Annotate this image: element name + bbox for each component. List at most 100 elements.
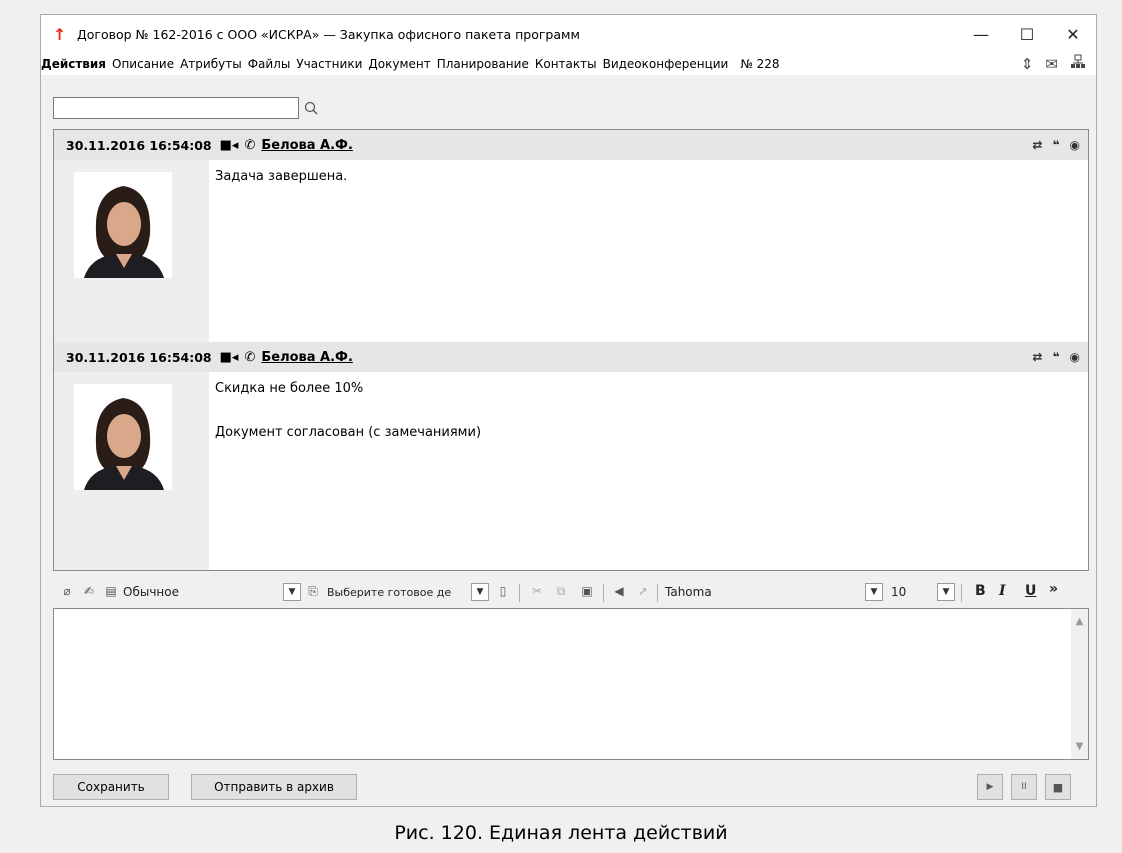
- signature-icon[interactable]: ✍: [79, 584, 99, 598]
- minimize-button[interactable]: —: [958, 15, 1004, 53]
- avatar: [74, 172, 172, 278]
- entry-author-link[interactable]: Белова А.Ф.: [261, 138, 353, 153]
- feed-entry: 30.11.2016 16:54:08 ■◂ ✆ Белова А.Ф. ⇄ ❝…: [54, 130, 1088, 342]
- menu-number[interactable]: № 228: [740, 57, 779, 71]
- entry-timestamp: 30.11.2016 16:54:08: [66, 137, 212, 153]
- style-select[interactable]: Обычное ▼: [123, 582, 301, 602]
- entry-text: Скидка не более 10% Документ согласован …: [209, 372, 487, 570]
- search-icon[interactable]: [299, 97, 323, 119]
- entry-line: Задача завершена.: [215, 169, 348, 184]
- window-title: Договор № 162-2016 с ООО «ИСКРА» — Закуп…: [77, 26, 580, 42]
- mail-icon[interactable]: ✉: [1045, 55, 1058, 73]
- menu-attributes[interactable]: Атрибуты: [180, 57, 242, 71]
- entry-line: Скидка не более 10%: [215, 381, 364, 396]
- menu-description[interactable]: Описание: [112, 57, 174, 71]
- translate-icon[interactable]: ⇄: [1032, 138, 1042, 152]
- quote-icon[interactable]: ❝: [1052, 350, 1059, 364]
- play-button[interactable]: ▶: [977, 774, 1003, 800]
- window-controls: — ☐ ✕: [958, 15, 1096, 53]
- chevron-down-icon[interactable]: ▼: [283, 583, 301, 601]
- editor-scrollbar[interactable]: ▲ ▼: [1071, 609, 1088, 759]
- underline-button[interactable]: U: [1025, 583, 1036, 599]
- stop-button[interactable]: ■: [1045, 774, 1071, 800]
- menu-planning[interactable]: Планирование: [437, 57, 529, 71]
- template-select-value: Выберите готовое де: [327, 585, 452, 599]
- avatar-column: [54, 160, 209, 342]
- toolbar-divider: [961, 584, 962, 602]
- entry-body: Задача завершена.: [54, 160, 1088, 342]
- message-editor[interactable]: ▲ ▼: [53, 608, 1089, 760]
- entry-tools: ⇄ ❝ ◉: [1032, 342, 1080, 372]
- redo-icon[interactable]: ➚: [633, 584, 653, 598]
- avatar: [74, 384, 172, 490]
- move-icon[interactable]: ⇕: [1021, 55, 1034, 73]
- activity-feed: 30.11.2016 16:54:08 ■◂ ✆ Белова А.Ф. ⇄ ❝…: [53, 129, 1089, 571]
- cut-icon[interactable]: ✂: [527, 584, 547, 598]
- entry-header: 30.11.2016 16:54:08 ■◂ ✆ Белова А.Ф. ⇄ ❝…: [54, 130, 1088, 160]
- attach-icon[interactable]: ⌀: [57, 584, 77, 598]
- entry-line: [215, 400, 481, 422]
- archive-button[interactable]: Отправить в архив: [191, 774, 357, 800]
- toolbar-divider: [657, 584, 658, 602]
- app-arrow-icon: ↑: [53, 24, 67, 44]
- entry-tools: ⇄ ❝ ◉: [1032, 130, 1080, 160]
- entry-body: Скидка не более 10% Документ согласован …: [54, 372, 1088, 570]
- toolbar-divider: [603, 584, 604, 602]
- menu-files[interactable]: Файлы: [248, 57, 291, 71]
- figure-caption: Рис. 120. Единая лента действий: [394, 822, 728, 844]
- org-chart-icon[interactable]: [1070, 54, 1086, 74]
- paste-icon[interactable]: ▣: [577, 584, 597, 598]
- chevron-down-icon[interactable]: ▼: [471, 583, 489, 601]
- menu-document[interactable]: Документ: [368, 57, 430, 71]
- chevron-down-icon[interactable]: ▼: [937, 583, 955, 601]
- translate-icon[interactable]: ⇄: [1032, 350, 1042, 364]
- style-select-value: Обычное: [123, 585, 179, 599]
- title-bar: ↑ Договор № 162-2016 с ООО «ИСКРА» — Зак…: [41, 15, 1096, 53]
- phone-icon[interactable]: ✆: [244, 350, 255, 365]
- menu-contacts[interactable]: Контакты: [535, 57, 597, 71]
- menu-bar: Действия Описание Атрибуты Файлы Участни…: [41, 53, 1096, 75]
- video-icon[interactable]: ■◂: [220, 138, 239, 153]
- app-window: ↑ Договор № 162-2016 с ООО «ИСКРА» — Зак…: [40, 14, 1097, 807]
- scroll-up-icon[interactable]: ▲: [1071, 613, 1088, 630]
- entry-author-link[interactable]: Белова А.Ф.: [261, 350, 353, 365]
- quote-icon[interactable]: ❝: [1052, 138, 1059, 152]
- close-button[interactable]: ✕: [1050, 15, 1096, 53]
- maximize-button[interactable]: ☐: [1004, 15, 1050, 53]
- pause-button[interactable]: II: [1011, 774, 1037, 800]
- menu-participants[interactable]: Участники: [296, 57, 362, 71]
- copy-icon[interactable]: ⧉: [551, 584, 571, 599]
- entry-timestamp: 30.11.2016 16:54:08: [66, 349, 212, 365]
- font-size-value: 10: [891, 585, 907, 599]
- editor-toolbar: ⌀ ✍ ▤ Обычное ▼ ⎘ Выберите готовое де ▼ …: [53, 578, 1089, 606]
- read-status-icon[interactable]: ◉: [1070, 350, 1080, 364]
- entry-header: 30.11.2016 16:54:08 ■◂ ✆ Белова А.Ф. ⇄ ❝…: [54, 342, 1088, 372]
- template-select[interactable]: Выберите готовое де ▼: [327, 582, 489, 602]
- feed-entry: 30.11.2016 16:54:08 ■◂ ✆ Белова А.Ф. ⇄ ❝…: [54, 342, 1088, 570]
- scroll-down-icon[interactable]: ▼: [1071, 738, 1088, 755]
- menu-actions[interactable]: Действия: [41, 57, 106, 71]
- entry-text: Задача завершена.: [209, 160, 353, 342]
- font-size-select[interactable]: 10 ▼: [891, 582, 955, 602]
- avatar-column: [54, 372, 209, 570]
- entry-line: Документ согласован (с замечаниями): [215, 425, 482, 440]
- template-icon[interactable]: ⎘: [303, 584, 323, 599]
- phone-icon[interactable]: ✆: [244, 138, 255, 153]
- chevron-down-icon[interactable]: ▼: [865, 583, 883, 601]
- menu-videoconferences[interactable]: Видеоконференции: [603, 57, 729, 71]
- paragraph-style-icon[interactable]: ▤: [101, 584, 121, 598]
- search-row: [53, 97, 323, 119]
- font-select-value: Tahoma: [665, 585, 712, 599]
- more-tools-button[interactable]: »: [1049, 581, 1058, 597]
- undo-icon[interactable]: ◀: [609, 584, 629, 598]
- read-status-icon[interactable]: ◉: [1070, 138, 1080, 152]
- new-document-icon[interactable]: ▯: [493, 584, 513, 598]
- video-icon[interactable]: ■◂: [220, 350, 239, 365]
- search-input[interactable]: [53, 97, 299, 119]
- bold-button[interactable]: B: [975, 583, 986, 599]
- italic-button[interactable]: I: [999, 583, 1006, 599]
- menu-icons: ⇕ ✉: [1021, 53, 1086, 75]
- font-select[interactable]: Tahoma ▼: [665, 582, 883, 602]
- save-button[interactable]: Сохранить: [53, 774, 169, 800]
- toolbar-divider: [519, 584, 520, 602]
